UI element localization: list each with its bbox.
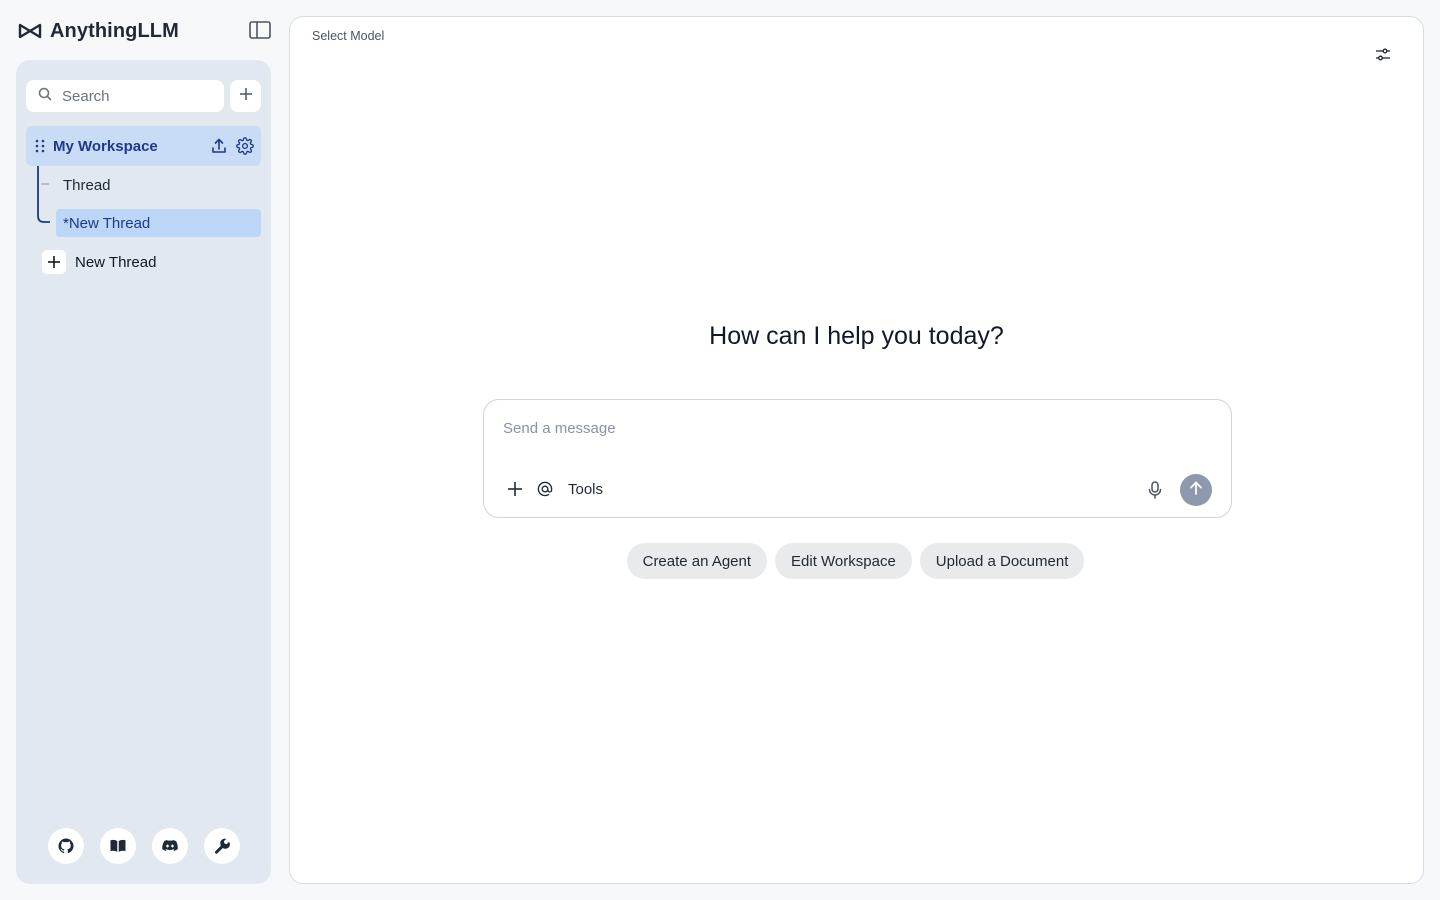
thread-item-active[interactable]: *New Thread [56, 209, 261, 237]
create-agent-button[interactable]: Create an Agent [626, 543, 768, 579]
sliders-icon[interactable] [1373, 45, 1393, 65]
send-button[interactable] [1180, 474, 1212, 506]
new-thread-button[interactable]: New Thread [42, 250, 156, 274]
select-model-button[interactable]: Select Model [312, 29, 384, 43]
new-workspace-button[interactable] [230, 80, 261, 112]
message-input[interactable] [503, 420, 1203, 444]
new-thread-label: New Thread [75, 253, 157, 271]
upload-icon[interactable] [209, 136, 229, 156]
search-box[interactable] [26, 80, 224, 112]
app-name: AnythingLLM [50, 19, 179, 42]
wrench-icon[interactable] [204, 828, 240, 864]
workspace-name: My Workspace [53, 137, 158, 155]
sidebar: My Workspace Thread *New Thread New Thre… [16, 60, 271, 884]
workspace-item[interactable]: My Workspace [26, 126, 261, 166]
greeting-heading: How can I help you today? [709, 322, 1004, 350]
microphone-icon[interactable] [1145, 480, 1165, 500]
gear-icon[interactable] [235, 136, 255, 156]
plus-icon [42, 250, 66, 274]
brand: AnythingLLM [18, 18, 179, 44]
edit-workspace-button[interactable]: Edit Workspace [775, 543, 912, 579]
drag-handle-icon[interactable] [34, 138, 46, 154]
message-composer: Tools [483, 399, 1232, 518]
composer-toolbar: Tools [506, 480, 603, 498]
discord-icon[interactable] [152, 828, 188, 864]
search-input[interactable] [62, 87, 202, 105]
upload-document-button[interactable]: Upload a Document [919, 543, 1085, 579]
search-icon [38, 87, 52, 106]
at-mention-icon[interactable] [536, 480, 554, 498]
attach-plus-icon[interactable] [506, 480, 524, 498]
sidebar-toggle-icon[interactable] [248, 19, 272, 41]
thread-tree-line [37, 166, 50, 223]
tools-button[interactable]: Tools [568, 481, 603, 498]
anythingllm-logo-icon [18, 21, 44, 41]
thread-item[interactable]: Thread [56, 171, 261, 199]
plus-icon [238, 86, 254, 107]
chat-panel: Select Model How can I help you today? T… [289, 16, 1424, 884]
book-icon[interactable] [100, 828, 136, 864]
sidebar-footer [48, 828, 240, 864]
github-icon[interactable] [48, 828, 84, 864]
arrow-up-icon [1188, 480, 1204, 501]
quick-actions: Create an Agent Edit Workspace Upload a … [290, 543, 1423, 579]
